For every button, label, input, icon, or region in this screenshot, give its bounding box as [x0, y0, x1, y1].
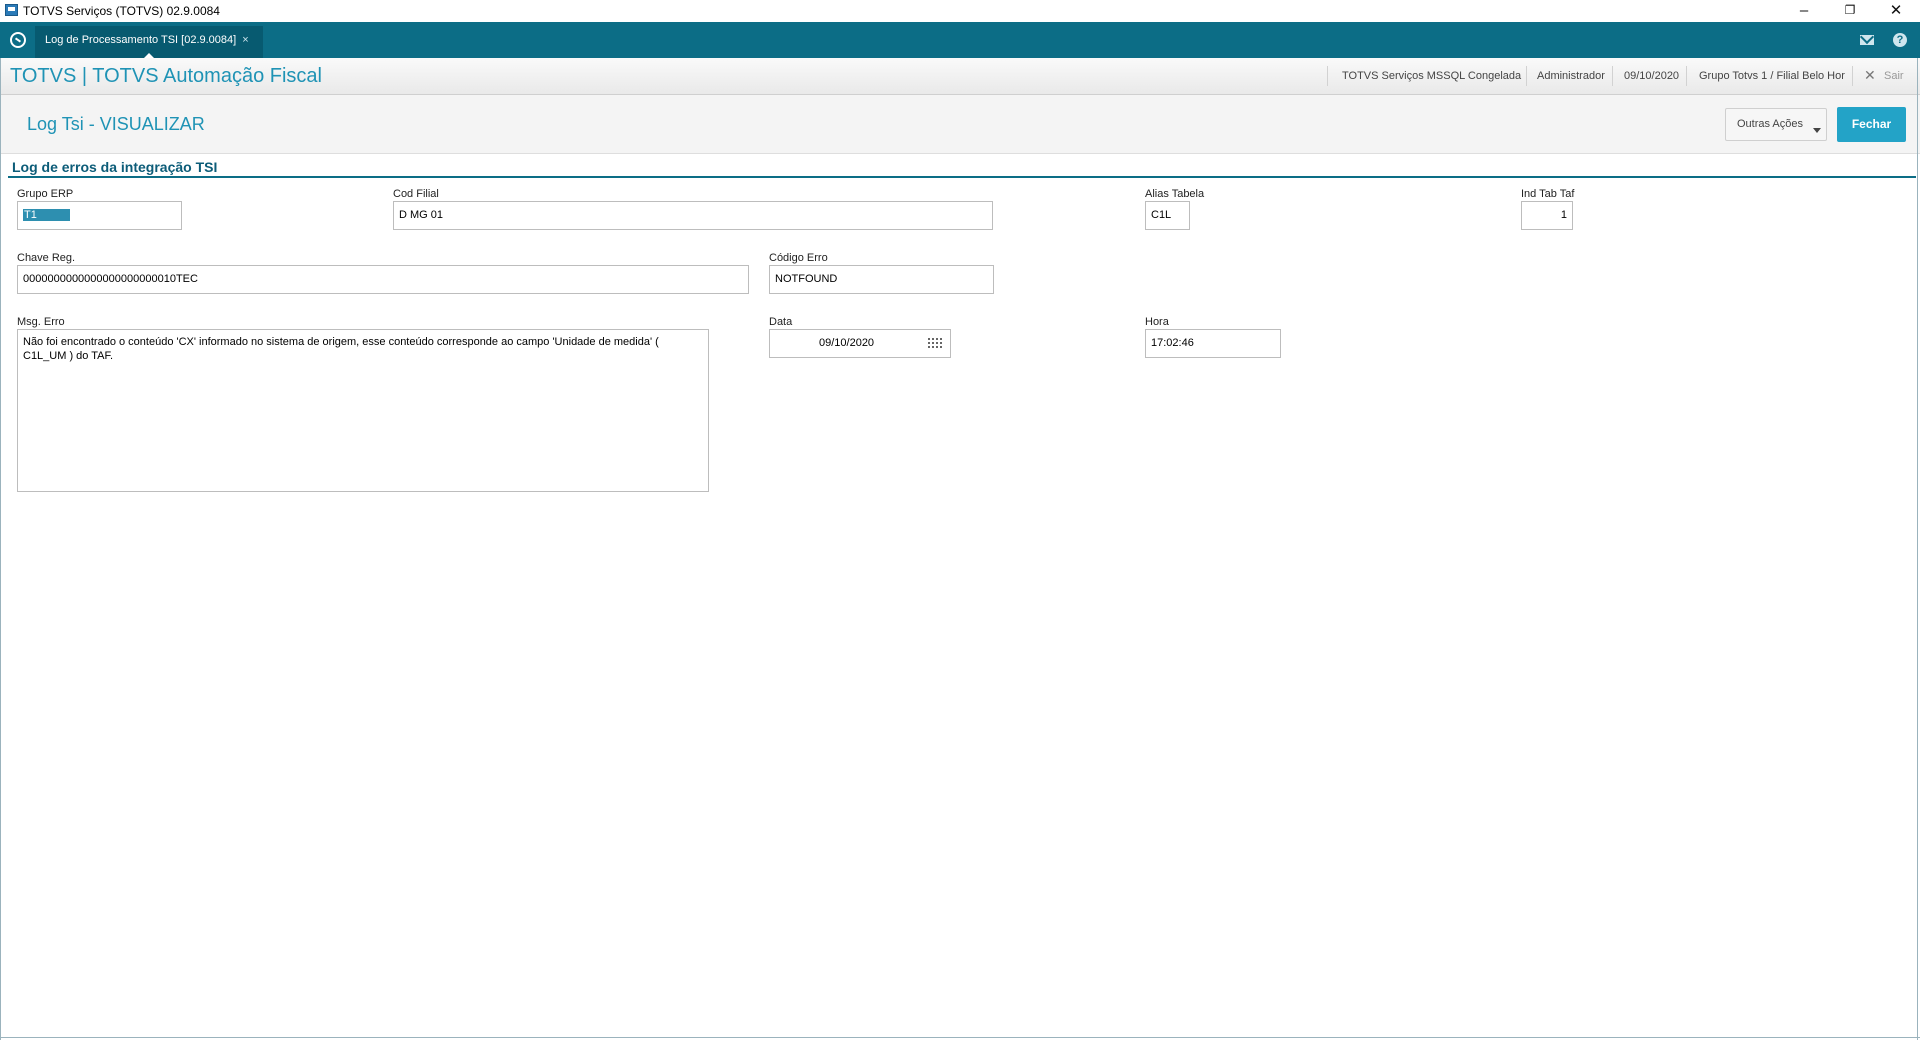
ind-tab-taf-field[interactable]: 1 — [1521, 201, 1573, 230]
page-title-bar — [0, 95, 1920, 154]
tab-close-icon[interactable]: × — [242, 34, 248, 46]
date-label[interactable]: 09/10/2020 — [1624, 70, 1679, 82]
chave-reg-field[interactable]: 0000000000000000000000010TEC — [17, 265, 749, 294]
mail-icon[interactable] — [1860, 35, 1874, 45]
cod-filial-label: Cod Filial — [393, 188, 439, 200]
hora-label: Hora — [1145, 316, 1169, 328]
window-border — [0, 1037, 1920, 1038]
window-title: TOTVS Serviços (TOTVS) 02.9.0084 — [23, 4, 220, 18]
environment-label: TOTVS Serviços MSSQL Congelada — [1342, 70, 1522, 82]
codigo-erro-label: Código Erro — [769, 252, 828, 264]
ind-tab-taf-label: Ind Tab Taf — [1521, 188, 1575, 200]
minimize-button[interactable]: – — [1781, 0, 1827, 22]
window-titlebar: TOTVS Serviços (TOTVS) 02.9.0084 – ❐ ✕ — [0, 0, 1920, 22]
alias-tabela-field[interactable]: C1L — [1145, 201, 1190, 230]
user-label[interactable]: Administrador — [1537, 70, 1605, 82]
app-title: TOTVS | TOTVS Automação Fiscal — [10, 65, 322, 87]
data-label: Data — [769, 316, 793, 328]
page-title: Log Tsi - VISUALIZAR — [27, 114, 205, 134]
header-separator — [1686, 66, 1687, 86]
header-separator — [1327, 66, 1328, 86]
cod-filial-field[interactable]: D MG 01 — [393, 201, 993, 230]
data-field[interactable]: 09/10/2020 — [769, 329, 951, 358]
close-button[interactable]: Fechar — [1837, 107, 1906, 142]
window-close-button[interactable]: ✕ — [1873, 0, 1919, 22]
other-actions-button[interactable]: Outras Ações — [1725, 108, 1827, 141]
header-separator — [1526, 66, 1527, 86]
tab-bar — [0, 22, 1920, 58]
msg-erro-label: Msg. Erro — [17, 316, 65, 328]
grupo-erp-label: Grupo ERP — [17, 188, 74, 200]
company-label[interactable]: Grupo Totvs 1 / Filial Belo Hor — [1699, 70, 1845, 82]
exit-link[interactable]: Sair — [1884, 70, 1904, 82]
header-separator — [1612, 66, 1613, 86]
section-title: Log de erros da integração TSI — [12, 159, 218, 175]
other-actions-label: Outras Ações — [1736, 118, 1804, 130]
section-divider — [8, 176, 1916, 178]
restore-button[interactable]: ❐ — [1827, 0, 1873, 22]
alias-tabela-label: Alias Tabela — [1145, 188, 1205, 200]
close-icon[interactable]: ✕ — [1864, 67, 1876, 84]
tab-log-processamento[interactable]: Log de Processamento TSI [02.9.0084] × — [35, 26, 263, 59]
header-separator — [1852, 66, 1853, 86]
msg-erro-textarea[interactable]: Não foi encontrado o conteúdo 'CX' infor… — [17, 329, 709, 492]
home-icon[interactable] — [10, 32, 26, 48]
chevron-down-icon — [1813, 128, 1821, 133]
hora-field[interactable]: 17:02:46 — [1145, 329, 1281, 358]
help-icon[interactable]: ? — [1893, 33, 1907, 47]
calendar-icon[interactable] — [928, 338, 942, 350]
window-border — [0, 58, 1, 1040]
app-icon — [5, 4, 18, 16]
grupo-erp-value: T1 — [23, 209, 38, 221]
codigo-erro-field[interactable]: NOTFOUND — [769, 265, 994, 294]
window-border — [1917, 58, 1918, 1040]
chave-reg-label: Chave Reg. — [17, 252, 76, 264]
tab-label: Log de Processamento TSI [02.9.0084] — [45, 34, 237, 46]
grupo-erp-field[interactable]: T1 — [17, 201, 182, 230]
